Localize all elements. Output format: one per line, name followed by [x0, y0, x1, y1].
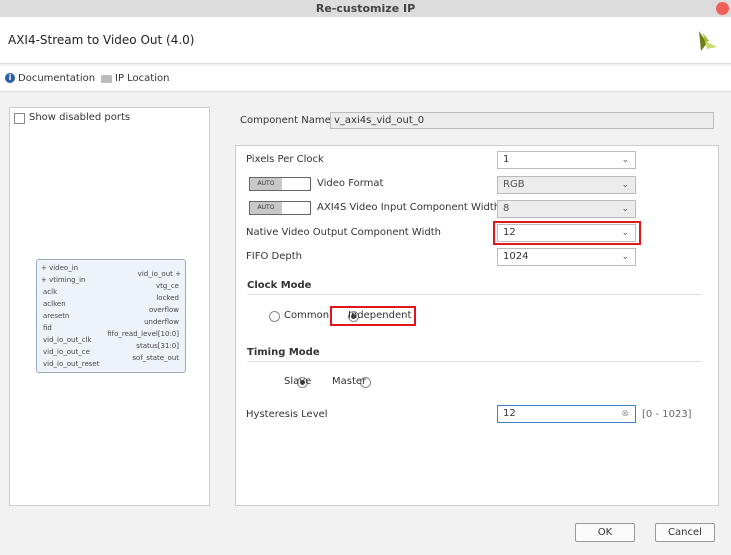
axi4s-width-auto-toggle[interactable]: AUTO: [249, 201, 311, 215]
hysteresis-label: Hysteresis Level: [246, 409, 328, 420]
port: locked: [156, 294, 179, 302]
native-width-label: Native Video Output Component Width: [246, 227, 441, 238]
window-title: Re-customize IP: [315, 2, 416, 15]
video-format-label: Video Format: [317, 178, 384, 189]
port: vid_io_out_clk: [43, 336, 92, 344]
port: aclk: [43, 288, 58, 296]
cancel-button[interactable]: Cancel: [655, 523, 715, 542]
master-label: Master: [332, 376, 367, 387]
ip-title: AXI4-Stream to Video Out (4.0): [8, 33, 195, 47]
independent-label: Independent: [348, 310, 412, 321]
port: aclken: [43, 300, 66, 308]
slave-label: Slave: [284, 376, 312, 387]
documentation-link[interactable]: Documentation: [18, 73, 95, 84]
port-video-in: + video_in: [41, 264, 79, 272]
show-disabled-ports-checkbox[interactable]: [14, 113, 25, 124]
axi4s-width-label: AXI4S Video Input Component Width: [317, 202, 501, 213]
port: status[31:0]: [136, 342, 179, 350]
native-width-select[interactable]: 12 ⌄: [497, 224, 636, 242]
hysteresis-range: [0 - 1023]: [642, 409, 692, 420]
port: vtg_ce: [156, 282, 179, 290]
port: aresetn: [43, 312, 70, 320]
component-name-input[interactable]: v_axi4s_vid_out_0: [330, 112, 714, 129]
show-disabled-ports-label: Show disabled ports: [29, 112, 131, 123]
common-radio[interactable]: [269, 311, 280, 322]
clear-icon: ⊗: [621, 409, 629, 419]
chevron-down-icon: ⌄: [621, 252, 629, 262]
chevron-down-icon: ⌄: [621, 228, 629, 238]
xilinx-logo-icon: [699, 31, 717, 51]
port: vid_io_out_reset: [43, 360, 100, 368]
info-icon: i: [5, 73, 15, 83]
symbol-panel: Show disabled ports + video_in + vtiming…: [9, 107, 210, 506]
port: sof_state_out: [132, 354, 179, 362]
port: fifo_read_level[10:0]: [107, 330, 179, 338]
fifo-depth-select[interactable]: 1024 ⌄: [497, 248, 636, 266]
port-vid-io-out: vid_io_out +: [137, 270, 181, 278]
chevron-down-icon: ⌄: [621, 180, 629, 190]
clock-mode-heading: Clock Mode: [247, 280, 312, 291]
common-label: Common: [284, 310, 330, 321]
component-name-label: Component Name: [240, 115, 331, 126]
video-format-auto-toggle[interactable]: AUTO: [249, 177, 311, 191]
ip-location-link[interactable]: IP Location: [115, 73, 169, 84]
axi4s-width-select[interactable]: 8 ⌄: [497, 200, 636, 218]
pixels-per-clock-select[interactable]: 1 ⌄: [497, 151, 636, 169]
port: vid_io_out_ce: [43, 348, 90, 356]
close-window-button[interactable]: [716, 2, 729, 15]
port: fid: [43, 324, 52, 332]
header: AXI4-Stream to Video Out (4.0): [0, 17, 731, 64]
parameters-panel: Pixels Per Clock 1 ⌄ AUTO Video Format RG…: [235, 145, 719, 506]
folder-icon: [101, 75, 112, 83]
chevron-down-icon: ⌄: [621, 204, 629, 214]
window-title-bar: Re-customize IP: [0, 0, 731, 17]
port: underflow: [144, 318, 179, 326]
ok-button[interactable]: OK: [575, 523, 635, 542]
toolbar: i Documentation IP Location: [0, 66, 731, 92]
timing-mode-heading: Timing Mode: [247, 347, 320, 358]
fifo-depth-label: FIFO Depth: [246, 251, 302, 262]
pixels-per-clock-label: Pixels Per Clock: [246, 154, 324, 165]
video-format-select[interactable]: RGB ⌄: [497, 176, 636, 194]
hysteresis-input[interactable]: 12 ⊗: [497, 405, 636, 423]
port: overflow: [148, 306, 179, 314]
chevron-down-icon: ⌄: [621, 155, 629, 165]
port-vtiming-in: + vtiming_in: [41, 276, 86, 284]
ip-symbol-block: + video_in + vtiming_in aclk aclken ares…: [36, 259, 186, 373]
